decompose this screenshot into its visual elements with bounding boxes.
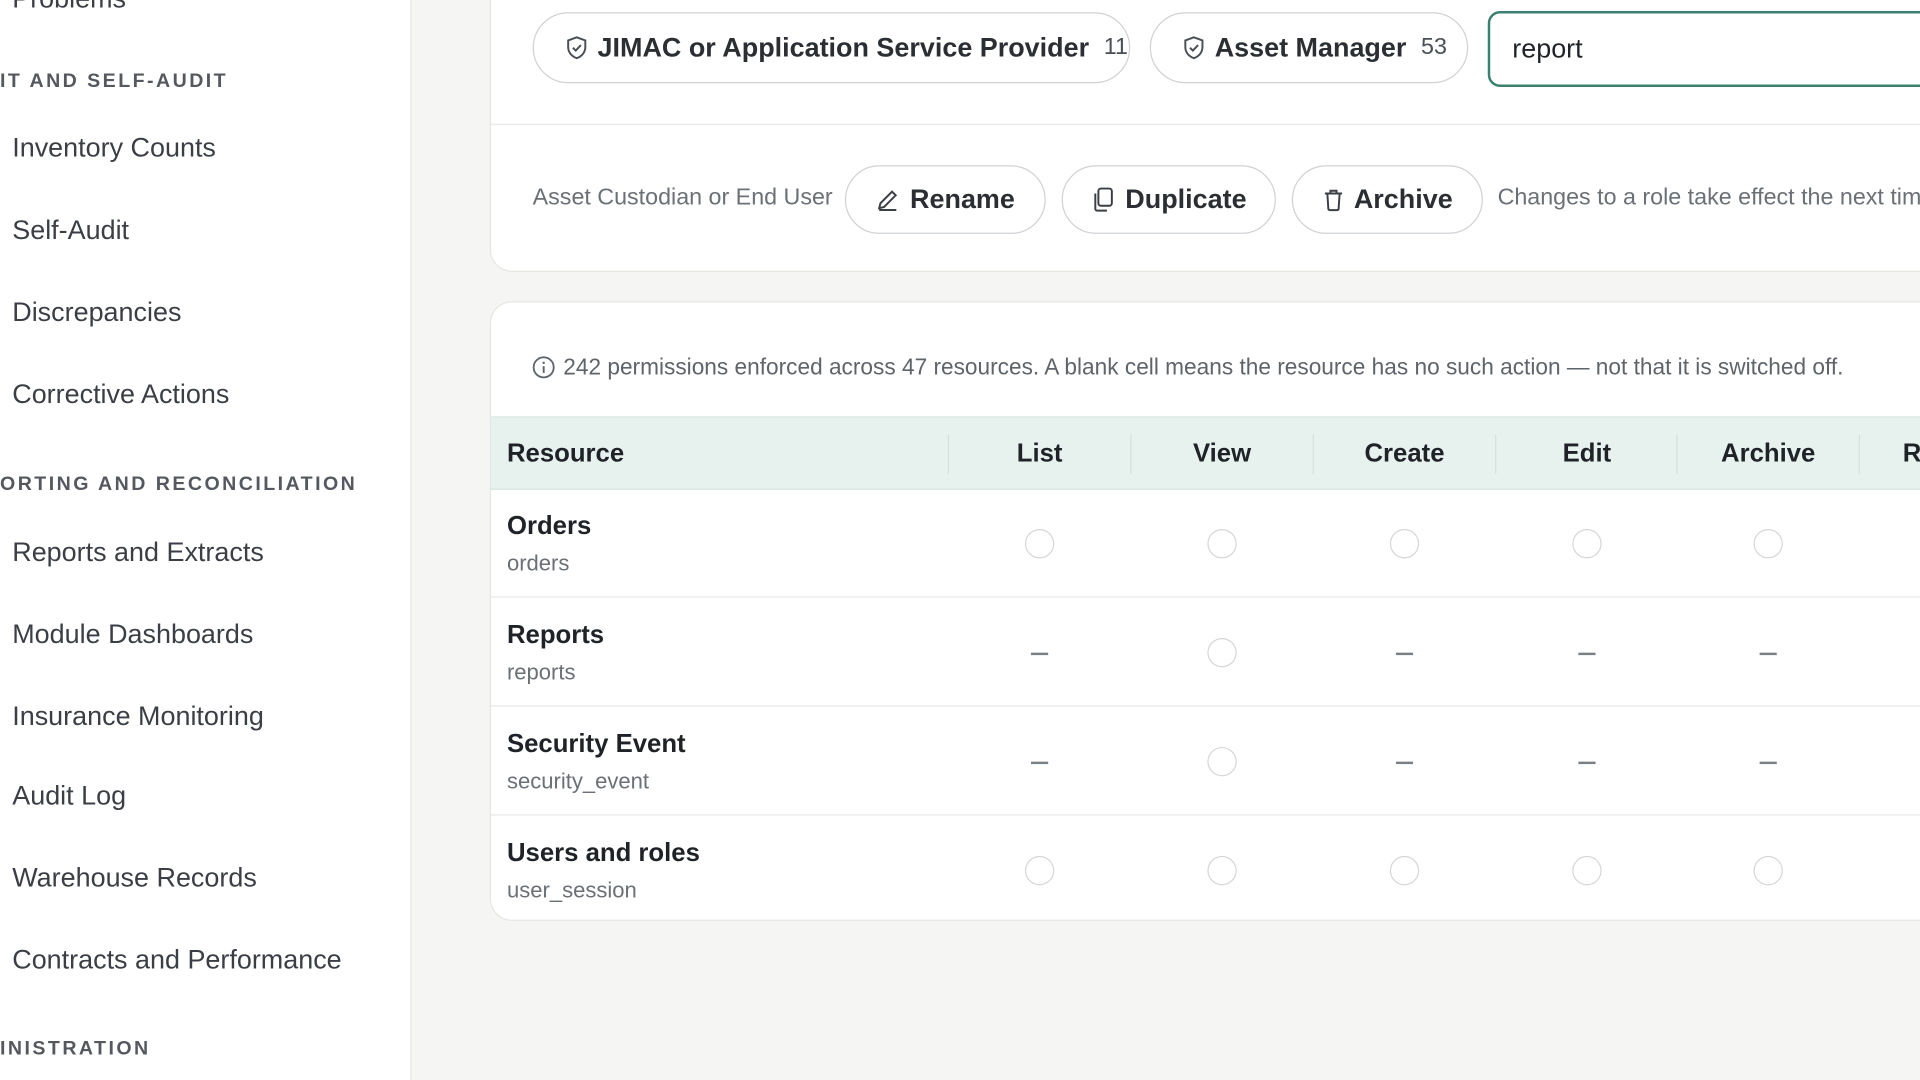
permission-toggle-view[interactable] bbox=[1207, 746, 1237, 777]
column-header-restore: Restore bbox=[1902, 439, 1920, 468]
resource-key: orders bbox=[506, 551, 570, 576]
role-tab-count: 53 bbox=[1421, 34, 1447, 61]
role-tab-asset-manager[interactable]: Asset Manager 53 bbox=[1149, 12, 1469, 84]
resource-name: Users and roles bbox=[506, 838, 700, 867]
role-toolbar-card: JIMAC or Application Service Provider 11… bbox=[489, 0, 1920, 272]
column-header-list: List bbox=[1016, 439, 1063, 468]
sidebar-item-warehouse-records[interactable]: Warehouse Records bbox=[12, 862, 257, 894]
table-row: Users and roles user_session bbox=[491, 817, 1920, 920]
no-action-dash bbox=[1578, 652, 1596, 656]
role-tab-label: JIMAC or Application Service Provider bbox=[597, 31, 1090, 63]
no-action-dash bbox=[1759, 761, 1777, 765]
permission-toggle-archive[interactable] bbox=[1753, 528, 1783, 559]
column-separator bbox=[1130, 434, 1132, 474]
archive-button-label: Archive bbox=[1353, 183, 1453, 215]
no-action-dash bbox=[1578, 761, 1596, 765]
resource-key: user_session bbox=[506, 877, 637, 903]
permission-toggle-edit[interactable] bbox=[1572, 855, 1602, 886]
column-header-create: Create bbox=[1364, 439, 1445, 468]
main-content: JIMAC or Application Service Provider 11… bbox=[413, 0, 1920, 1080]
resource-name: Orders bbox=[506, 511, 592, 541]
resource-key: security_event bbox=[506, 768, 650, 794]
rename-button[interactable]: Rename bbox=[844, 165, 1046, 234]
table-row: Security Event security_event bbox=[491, 708, 1920, 816]
role-change-note: Changes to a role take effect the next t… bbox=[1497, 184, 1920, 211]
permission-toggle-list[interactable] bbox=[1024, 528, 1055, 559]
shield-check-icon bbox=[567, 36, 587, 60]
permission-toggle-archive[interactable] bbox=[1753, 855, 1783, 886]
copy-icon bbox=[1094, 187, 1113, 212]
permissions-info: 242 permissions enforced across 47 resou… bbox=[531, 354, 1843, 381]
no-action-dash bbox=[1759, 652, 1777, 656]
sidebar-item-module-dashboards[interactable]: Module Dashboards bbox=[12, 618, 253, 650]
permission-toggle-list[interactable] bbox=[1024, 855, 1055, 886]
sidebar-item-discrepancies[interactable]: Discrepancies bbox=[12, 296, 181, 328]
sidebar-item-self-audit[interactable]: Self-Audit bbox=[12, 214, 129, 246]
column-header-view: View bbox=[1192, 439, 1252, 468]
column-separator bbox=[1858, 434, 1861, 474]
no-action-dash bbox=[1395, 761, 1414, 765]
column-separator bbox=[1676, 434, 1678, 474]
column-header-edit: Edit bbox=[1562, 439, 1612, 468]
sidebar-item-insurance-monitoring[interactable]: Insurance Monitoring bbox=[12, 700, 264, 732]
sidebar-section-heading: IT AND SELF-AUDIT bbox=[0, 71, 229, 92]
resource-name: Reports bbox=[506, 620, 605, 649]
toolbar-divider bbox=[491, 123, 1920, 125]
column-header-archive: Archive bbox=[1720, 439, 1816, 468]
resource-name: Security Event bbox=[506, 729, 686, 758]
pencil-icon bbox=[878, 190, 898, 211]
column-separator bbox=[947, 434, 949, 474]
resource-key: reports bbox=[506, 660, 576, 685]
table-row: Reports reports bbox=[491, 599, 1920, 707]
sidebar-section-heading: ORTING AND RECONCILIATION bbox=[0, 473, 358, 495]
permission-toggle-view[interactable] bbox=[1207, 637, 1237, 668]
sidebar-item-reports-and-extracts[interactable]: Reports and Extracts bbox=[12, 536, 264, 568]
sidebar-section-heading: INISTRATION bbox=[0, 1038, 151, 1060]
no-action-dash bbox=[1031, 761, 1049, 765]
permission-toggle-view[interactable] bbox=[1207, 528, 1237, 559]
table-row: Orders orders bbox=[491, 490, 1920, 598]
column-separator bbox=[1312, 434, 1314, 474]
column-header-resource: Resource bbox=[506, 439, 625, 468]
role-tab-jimac[interactable]: JIMAC or Application Service Provider 11 bbox=[532, 12, 1131, 84]
sidebar-item-cut[interactable]: Problems bbox=[12, 0, 126, 15]
rename-button-label: Rename bbox=[910, 183, 1015, 215]
no-action-dash bbox=[1395, 652, 1414, 656]
permissions-card: 242 permissions enforced across 47 resou… bbox=[489, 301, 1920, 921]
role-tab-label: Asset Manager bbox=[1214, 31, 1407, 63]
info-icon bbox=[532, 356, 555, 379]
permissions-info-text: 242 permissions enforced across 47 resou… bbox=[563, 353, 1844, 380]
sidebar-item-audit-log[interactable]: Audit Log bbox=[12, 780, 126, 812]
column-separator bbox=[1495, 434, 1497, 474]
role-tab-count: 11 bbox=[1103, 34, 1128, 61]
sidebar-item-inventory-counts[interactable]: Inventory Counts bbox=[12, 132, 216, 164]
sidebar-item-corrective-actions[interactable]: Corrective Actions bbox=[12, 378, 229, 410]
permissions-table-header: Resource List View Create Edit Archive Restor… bbox=[491, 416, 1920, 490]
sidebar-item-contracts-and-performance[interactable]: Contracts and Performance bbox=[12, 944, 341, 976]
sidebar: Problems IT AND SELF-AUDIT Inventory Cou… bbox=[0, 0, 412, 1080]
duplicate-button[interactable]: Duplicate bbox=[1061, 165, 1276, 234]
permission-toggle-view[interactable] bbox=[1207, 855, 1237, 886]
shield-check-icon bbox=[1184, 36, 1204, 60]
permission-toggle-edit[interactable] bbox=[1572, 528, 1602, 559]
no-action-dash bbox=[1031, 652, 1049, 656]
trash-icon bbox=[1324, 189, 1342, 212]
current-role-label: Asset Custodian or End User bbox=[532, 184, 833, 211]
permission-toggle-create[interactable] bbox=[1389, 855, 1420, 886]
permission-toggle-create[interactable] bbox=[1389, 528, 1420, 559]
duplicate-button-label: Duplicate bbox=[1125, 183, 1247, 215]
archive-button[interactable]: Archive bbox=[1291, 165, 1483, 234]
role-search-input[interactable] bbox=[1487, 11, 1920, 87]
